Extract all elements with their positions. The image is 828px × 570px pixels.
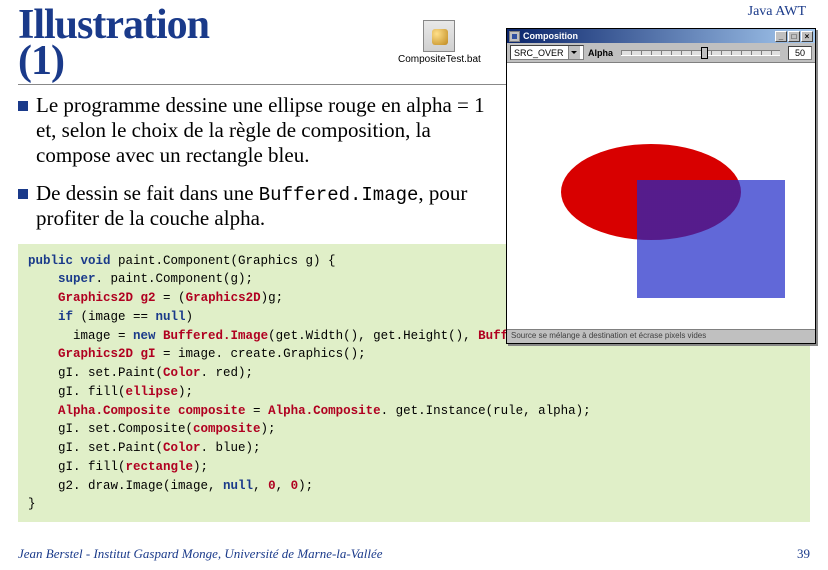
bullet-square-icon [18,101,28,111]
footer-author: Jean Berstel - Institut Gaspard Monge, U… [18,546,383,562]
minimize-button[interactable]: _ [775,31,787,42]
window-toolbar: SRC_OVER Alpha 50 [507,43,815,63]
chevron-down-icon[interactable] [568,46,580,59]
bullet-prefix: De dessin se fait dans une [36,181,259,205]
alpha-slider[interactable] [621,50,780,56]
window-title: Composition [523,31,578,41]
slider-thumb[interactable] [701,47,708,59]
file-icon [423,20,455,52]
bat-file-label: CompositeTest.bat [398,54,481,65]
bullet-text: Le programme dessine une ellipse rouge e… [36,93,488,169]
slide-title: Illustration (1) [18,0,209,82]
bullet-mono: Buffered.Image [259,184,419,206]
status-bar: Source se mélange à destination et écras… [507,329,815,343]
system-menu-icon[interactable] [509,31,520,42]
window-titlebar[interactable]: Composition _ □ × [507,29,815,43]
rule-value: SRC_OVER [514,48,564,58]
blue-rectangle-shape [637,180,785,298]
maximize-button[interactable]: □ [788,31,800,42]
bat-file-icon[interactable]: CompositeTest.bat [398,20,481,65]
composition-window: Composition _ □ × SRC_OVER Alpha 50 Sour… [506,28,816,344]
page-number: 39 [797,546,810,562]
drawing-canvas [507,63,815,329]
close-button[interactable]: × [801,31,813,42]
alpha-label: Alpha [588,48,613,58]
bullet-item: De dessin se fait dans une Buffered.Imag… [18,181,488,232]
awt-label: Java AWT [748,4,806,20]
bullet-square-icon [18,189,28,199]
bullet-item: Le programme dessine une ellipse rouge e… [18,93,488,169]
alpha-value-field[interactable]: 50 [788,46,812,60]
rule-combobox[interactable]: SRC_OVER [510,45,584,60]
bullet-text: De dessin se fait dans une Buffered.Imag… [36,181,488,232]
